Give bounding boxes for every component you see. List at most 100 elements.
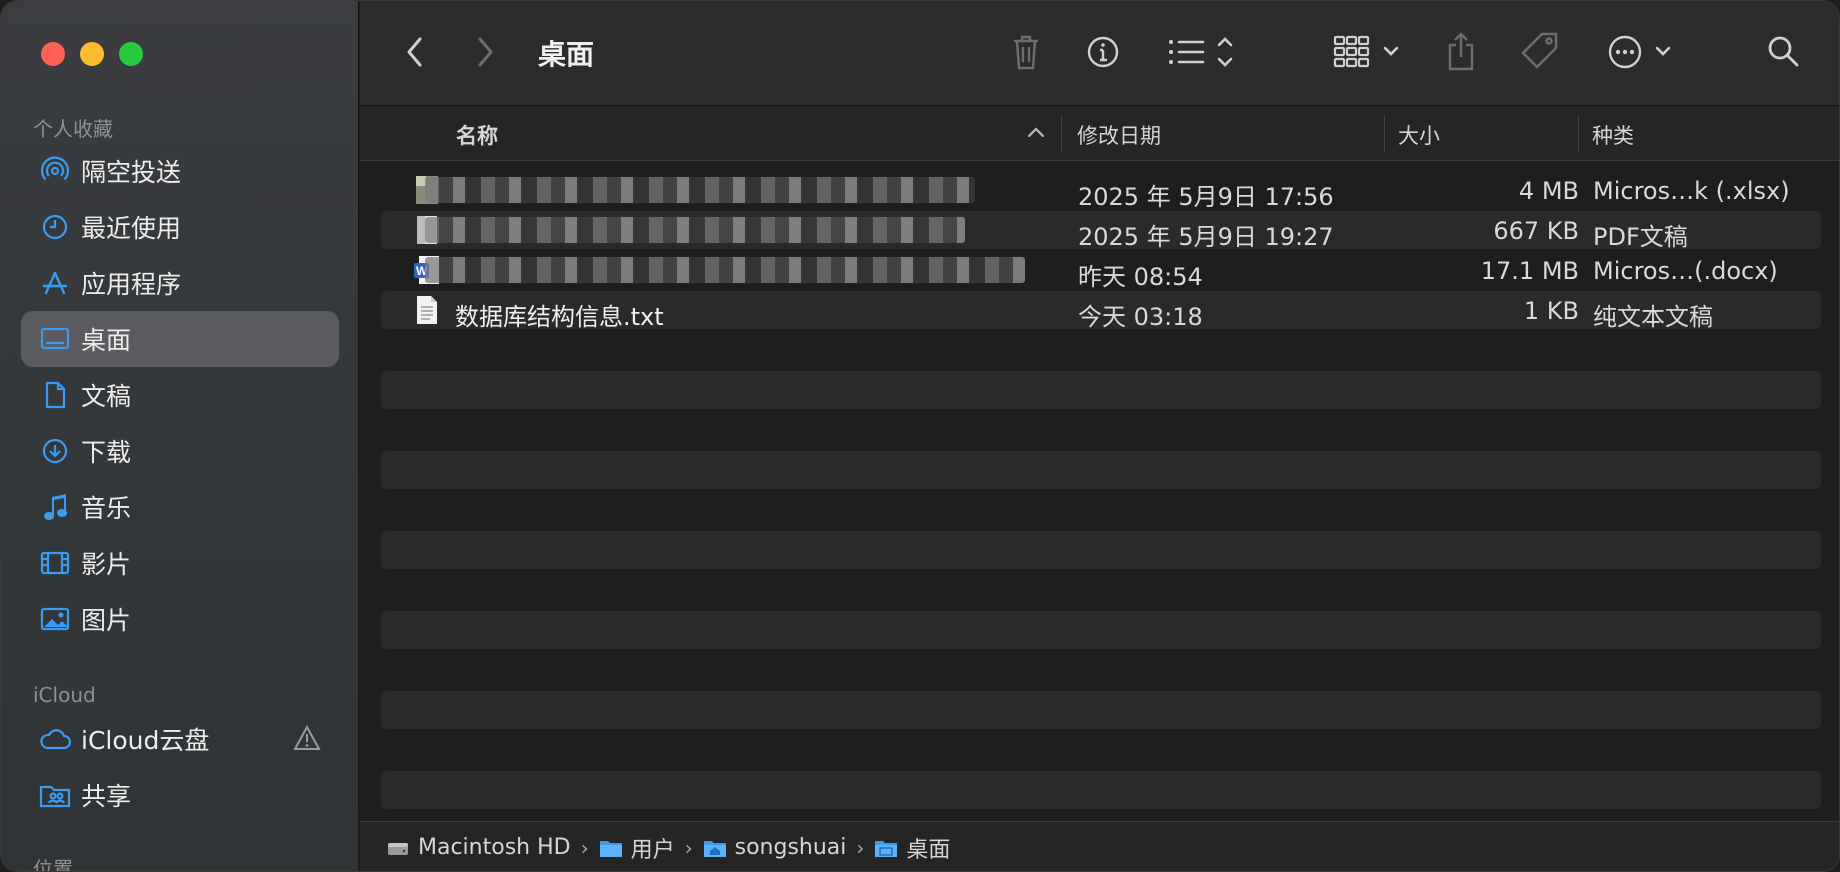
grid-view-icon [1333, 35, 1399, 68]
info-icon [1087, 36, 1119, 68]
sidebar-item-label: 影片 [81, 550, 132, 579]
trash-icon [1014, 35, 1038, 70]
share-button[interactable] [1445, 29, 1477, 73]
minimize-window-button[interactable] [80, 42, 104, 66]
sidebar: 个人收藏 隔空投送 最近使用 应用程序 桌面 文稿 下载 音乐 影片 图片 iC… [1, 1, 359, 872]
sidebar-item-airdrop[interactable]: 隔空投送 [21, 143, 339, 199]
sidebar-item-label: 桌面 [81, 326, 132, 355]
column-divider[interactable] [1061, 116, 1062, 152]
path-separator-icon: › [856, 835, 865, 860]
sidebar-item-shared[interactable]: 共享 [21, 767, 339, 823]
warning-icon[interactable] [293, 724, 321, 755]
cloud-icon [39, 723, 71, 755]
group-button[interactable] [1333, 33, 1405, 71]
sidebar-item-desktop[interactable]: 桌面 [21, 311, 339, 367]
redacted-filename [425, 217, 965, 243]
zoom-window-button[interactable] [119, 42, 143, 66]
trash-button[interactable] [1010, 31, 1042, 73]
empty-row [381, 371, 1821, 409]
table-row[interactable]: 2025 年 5月9日 19:27 667 KB PDF文稿 [381, 211, 1821, 251]
finder-window: 个人收藏 隔空投送 最近使用 应用程序 桌面 文稿 下载 音乐 影片 图片 iC… [0, 0, 1840, 872]
path-item-users[interactable]: 用户 [599, 832, 675, 864]
sidebar-item-label: 最近使用 [81, 214, 182, 243]
applications-icon [39, 267, 71, 299]
sidebar-item-label: 共享 [81, 782, 132, 811]
file-kind: PDF文稿 [1593, 223, 1688, 251]
chevron-right-icon [478, 37, 493, 67]
share-icon [1448, 32, 1474, 71]
shared-folder-icon [39, 779, 71, 811]
sidebar-item-downloads[interactable]: 下载 [21, 423, 339, 479]
file-name: 数据库结构信息.txt [455, 303, 664, 331]
sidebar-item-movies[interactable]: 影片 [21, 535, 339, 591]
music-icon [39, 491, 71, 523]
redacted-filename [425, 257, 1025, 283]
file-kind: Micros…(.docx) [1593, 257, 1778, 285]
more-actions-button[interactable] [1607, 33, 1679, 71]
sidebar-item-label: iCloud云盘 [81, 726, 210, 755]
file-date: 2025 年 5月9日 19:27 [1078, 223, 1334, 251]
column-name-header[interactable]: 名称 [456, 120, 498, 150]
path-separator-icon: › [684, 835, 693, 860]
path-item-desktop[interactable]: 桌面 [874, 832, 950, 864]
file-date: 昨天 08:54 [1078, 263, 1203, 291]
redacted-filename [425, 177, 975, 203]
clock-icon [39, 211, 71, 243]
back-button[interactable] [400, 35, 430, 69]
text-file-icon [413, 294, 441, 326]
file-size: 667 KB [1493, 217, 1579, 245]
tag-icon [1521, 32, 1558, 69]
hard-drive-icon [388, 842, 408, 855]
sidebar-item-icloud-drive[interactable]: iCloud云盘 [21, 711, 339, 767]
table-row[interactable]: W 昨天 08:54 17.1 MB Micros…(.docx) [381, 251, 1821, 291]
info-button[interactable] [1085, 34, 1121, 70]
path-bar: Macintosh HD › 用户 › songshuai › 桌面 [360, 821, 1839, 871]
column-divider[interactable] [1578, 116, 1579, 152]
sidebar-item-recents[interactable]: 最近使用 [21, 199, 339, 255]
file-date: 今天 03:18 [1078, 303, 1203, 331]
search-button[interactable] [1765, 33, 1801, 69]
sidebar-item-pictures[interactable]: 图片 [21, 591, 339, 647]
path-item-macintosh-hd[interactable]: Macintosh HD [386, 835, 571, 860]
close-window-button[interactable] [41, 42, 65, 66]
sidebar-item-label: 图片 [81, 606, 132, 635]
path-item-home[interactable]: songshuai [703, 835, 847, 860]
tag-button[interactable] [1520, 31, 1560, 71]
empty-row [381, 531, 1821, 569]
window-controls [41, 42, 143, 66]
sidebar-item-documents[interactable]: 文稿 [21, 367, 339, 423]
toolbar: 桌面 [360, 1, 1839, 106]
desktop-icon [39, 323, 71, 355]
file-size: 17.1 MB [1480, 257, 1579, 285]
view-options-button[interactable] [1165, 33, 1235, 71]
file-size: 4 MB [1518, 177, 1579, 205]
sidebar-item-label: 音乐 [81, 494, 132, 523]
sidebar-item-label: 应用程序 [81, 270, 182, 299]
column-date-header[interactable]: 修改日期 [1077, 120, 1161, 150]
forward-button[interactable] [470, 35, 500, 69]
empty-row [381, 771, 1821, 809]
sidebar-item-label: 文稿 [81, 382, 132, 411]
download-icon [39, 435, 71, 467]
home-folder-icon [703, 840, 726, 857]
file-size: 1 KB [1523, 297, 1579, 325]
path-item-label: songshuai [734, 835, 847, 860]
airdrop-icon [39, 155, 71, 187]
column-kind-header[interactable]: 种类 [1592, 120, 1634, 150]
file-kind: 纯文本文稿 [1593, 303, 1713, 331]
document-icon [39, 379, 71, 411]
column-divider[interactable] [1384, 116, 1385, 152]
empty-row [381, 451, 1821, 489]
empty-row [381, 611, 1821, 649]
empty-row [381, 691, 1821, 729]
table-row[interactable]: 数据库结构信息.txt 今天 03:18 1 KB 纯文本文稿 [381, 291, 1821, 331]
locations-section-title: 位置 [33, 857, 73, 872]
table-row[interactable]: 2025 年 5月9日 17:56 4 MB Micros…k (.xlsx) [381, 171, 1821, 211]
sort-ascending-icon [1027, 127, 1045, 138]
column-size-header[interactable]: 大小 [1398, 120, 1440, 150]
file-date: 2025 年 5月9日 17:56 [1078, 183, 1334, 211]
sidebar-item-music[interactable]: 音乐 [21, 479, 339, 535]
ellipsis-circle-icon [1608, 35, 1671, 69]
sidebar-item-applications[interactable]: 应用程序 [21, 255, 339, 311]
desktop-folder-icon [875, 840, 898, 857]
